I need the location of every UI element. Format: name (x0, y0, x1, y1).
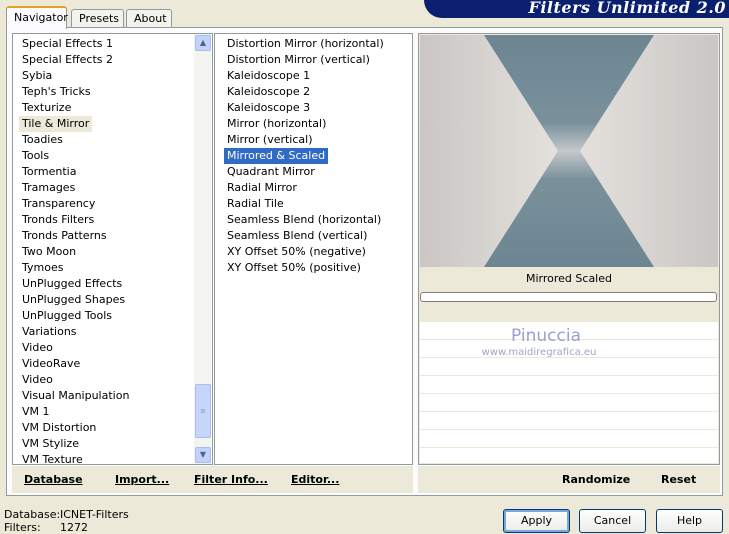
category-item[interactable]: VM Stylize (19, 436, 82, 452)
scroll-up-icon[interactable]: ▲ (195, 35, 211, 51)
preview-image (420, 35, 718, 267)
main-panel: Special Effects 1 Special Effects 2 Sybi… (6, 27, 723, 496)
watermark-name: Pinuccia (511, 326, 581, 346)
category-list: Special Effects 1 Special Effects 2 Sybi… (12, 33, 213, 465)
filter-item[interactable]: Radial Tile (224, 196, 287, 212)
category-item[interactable]: Variations (19, 324, 80, 340)
category-item[interactable]: Video (19, 372, 56, 388)
filters-label: Filters: (4, 521, 41, 534)
category-item[interactable]: UnPlugged Shapes (19, 292, 128, 308)
parameter-area: Pinuccia www.maidiregrafica.eu (420, 321, 718, 463)
category-item[interactable]: Tramages (19, 180, 78, 196)
category-item[interactable]: Teph's Tricks (19, 84, 94, 100)
filter-item[interactable]: Kaleidoscope 3 (224, 100, 313, 116)
category-item[interactable]: Tronds Patterns (19, 228, 110, 244)
category-item[interactable]: VM 1 (19, 404, 53, 420)
filter-item[interactable]: Radial Mirror (224, 180, 300, 196)
category-scrollbar[interactable]: ▲ ≡ ▼ (194, 34, 211, 464)
filter-item[interactable]: Seamless Blend (vertical) (224, 228, 370, 244)
category-item[interactable]: Toadies (19, 132, 66, 148)
filter-item[interactable]: Mirror (horizontal) (224, 116, 329, 132)
cancel-button[interactable]: Cancel (579, 509, 646, 533)
category-item[interactable]: Tools (19, 148, 52, 164)
category-item[interactable]: Visual Manipulation (19, 388, 132, 404)
apply-button[interactable]: Apply (503, 509, 570, 533)
help-button[interactable]: Help (656, 509, 723, 533)
filter-item[interactable]: Distortion Mirror (horizontal) (224, 36, 387, 52)
filter-item[interactable]: Quadrant Mirror (224, 164, 318, 180)
category-item[interactable]: Special Effects 2 (19, 52, 116, 68)
category-item[interactable]: Special Effects 1 (19, 36, 116, 52)
category-item[interactable]: Tymoes (19, 260, 66, 276)
category-item[interactable]: Texturize (19, 100, 74, 116)
import-button[interactable]: Import... (115, 473, 169, 486)
reset-button[interactable]: Reset (661, 473, 696, 486)
filter-item-selected[interactable]: Mirrored & Scaled (224, 148, 329, 164)
randomize-button[interactable]: Randomize (562, 473, 630, 486)
watermark: Pinuccia www.maidiregrafica.eu (482, 326, 597, 358)
category-item-selected[interactable]: Tile & Mirror (19, 116, 93, 132)
preview-filter-name: Mirrored Scaled (526, 272, 612, 285)
category-item[interactable]: UnPlugged Effects (19, 276, 125, 292)
app-title-banner: Filters Unlimited 2.0 (424, 0, 729, 18)
filters-count: 1272 (60, 521, 88, 534)
tab-presets[interactable]: Presets (71, 9, 124, 28)
filter-item[interactable]: Mirror (vertical) (224, 132, 316, 148)
preview-graphic (420, 35, 718, 267)
category-item[interactable]: VM Distortion (19, 420, 99, 436)
scroll-thumb[interactable]: ≡ (195, 384, 211, 438)
category-item[interactable]: Sybia (19, 68, 55, 84)
filter-item[interactable]: XY Offset 50% (positive) (224, 260, 364, 276)
category-item[interactable]: Tronds Filters (19, 212, 97, 228)
category-item[interactable]: Transparency (19, 196, 98, 212)
filter-list: Distortion Mirror (horizontal) Distortio… (214, 33, 413, 465)
preview-actions: Randomize Reset (418, 466, 720, 493)
preview-panel: Mirrored Scaled Pinuccia www.maidiregraf… (418, 33, 720, 465)
filter-item[interactable]: Kaleidoscope 1 (224, 68, 313, 84)
tab-about[interactable]: About (126, 9, 172, 28)
filter-item[interactable]: XY Offset 50% (negative) (224, 244, 369, 260)
category-item[interactable]: VM Texture (19, 452, 86, 464)
list-actions: Database Import... Filter Info... Editor… (12, 466, 413, 493)
filter-item[interactable]: Kaleidoscope 2 (224, 84, 313, 100)
category-item[interactable]: UnPlugged Tools (19, 308, 115, 324)
database-value: ICNET-Filters (60, 508, 129, 521)
tab-navigator[interactable]: Navigator (6, 6, 68, 29)
filter-item[interactable]: Distortion Mirror (vertical) (224, 52, 373, 68)
database-button[interactable]: Database (24, 473, 83, 486)
category-item[interactable]: Tormentia (19, 164, 79, 180)
category-item[interactable]: VideoRave (19, 356, 83, 372)
filter-info-button[interactable]: Filter Info... (194, 473, 268, 486)
database-label: Database: (4, 508, 61, 521)
category-item[interactable]: Two Moon (19, 244, 79, 260)
status-info: Database:ICNET-Filters Filters: 1272 (4, 508, 129, 534)
scroll-down-icon[interactable]: ▼ (195, 447, 211, 463)
editor-button[interactable]: Editor... (291, 473, 339, 486)
watermark-url: www.maidiregrafica.eu (482, 347, 597, 358)
category-item[interactable]: Video (19, 340, 56, 356)
progress-bar (420, 292, 717, 302)
filter-item[interactable]: Seamless Blend (horizontal) (224, 212, 384, 228)
